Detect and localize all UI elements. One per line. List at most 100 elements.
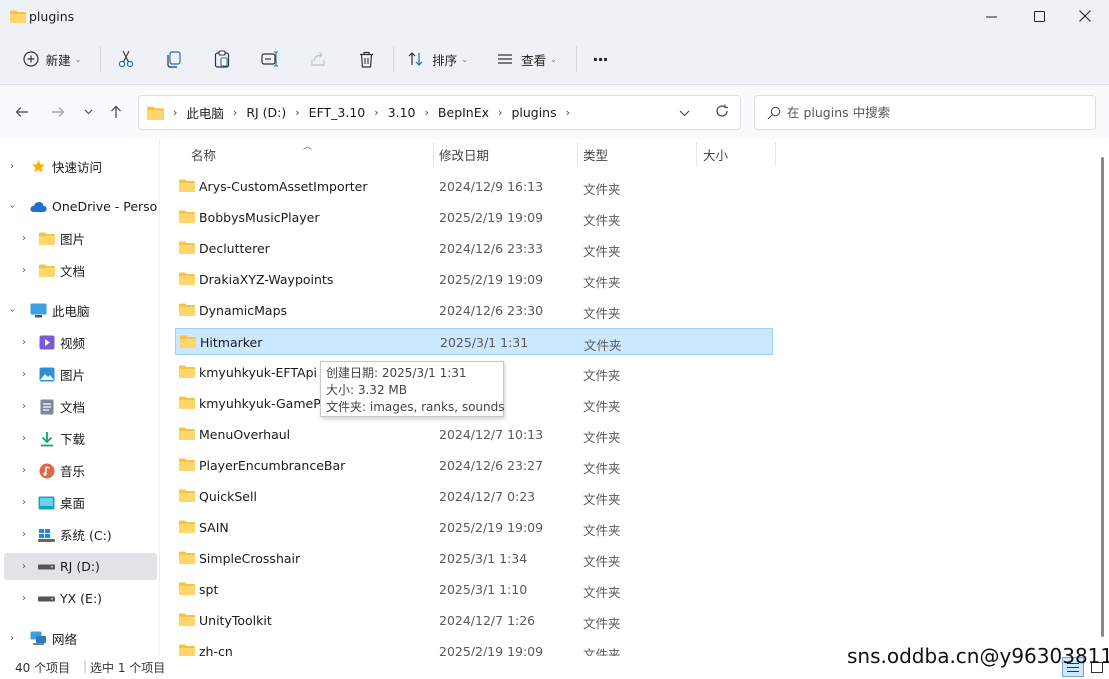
vertical-scrollbar[interactable]	[1097, 139, 1109, 656]
sidebar-item-videos[interactable]: › 视频	[4, 329, 157, 356]
recent-locations-button[interactable]	[76, 100, 100, 124]
breadcrumb-item[interactable]: EFT_3.10	[309, 105, 366, 120]
sidebar-item-onedrive[interactable]: › OneDrive - Personal	[4, 193, 158, 220]
chevron-right-icon[interactable]: ›	[22, 369, 26, 380]
file-type: 文件夹	[583, 523, 621, 538]
file-row[interactable]: DynamicMaps 2024/12/6 23:30 文件夹	[175, 297, 773, 324]
sidebar-item-drive-e[interactable]: › YX (E:)	[4, 585, 157, 612]
divider	[576, 46, 577, 72]
sidebar-item-onedrive-documents[interactable]: › 文档	[4, 257, 157, 284]
breadcrumb-item[interactable]: RJ (D:)	[246, 105, 286, 120]
chevron-right-icon[interactable]: ›	[22, 561, 26, 572]
sidebar-item-network[interactable]: › 网络	[4, 625, 157, 652]
chevron-down-icon[interactable]: ›	[7, 309, 18, 313]
maximize-button[interactable]	[1016, 0, 1062, 32]
chevron-right-icon[interactable]: ›	[22, 401, 26, 412]
forward-button[interactable]	[46, 100, 70, 124]
file-row[interactable]: BobbysMusicPlayer 2025/2/19 19:09 文件夹	[175, 204, 773, 231]
column-header-size[interactable]: 大小	[703, 139, 728, 169]
address-row: › 此电脑 › RJ (D:) › EFT_3.10 › 3.10 › BepI…	[0, 86, 1109, 139]
sidebar-item-this-pc[interactable]: › 此电脑	[4, 297, 157, 324]
folder-icon	[38, 230, 55, 247]
chevron-right-icon[interactable]: ›	[22, 593, 26, 604]
folder-icon	[38, 262, 55, 279]
chevron-right-icon[interactable]: ›	[22, 465, 26, 476]
file-row[interactable]: Hitmarker 2025/3/1 1:31 文件夹	[175, 328, 773, 355]
chevron-right-icon[interactable]: ›	[22, 497, 26, 508]
back-button[interactable]	[10, 100, 34, 124]
sidebar-item-pictures[interactable]: › 图片	[4, 361, 157, 388]
address-history-button[interactable]	[679, 106, 690, 120]
folder-icon	[179, 582, 195, 595]
copy-button[interactable]	[160, 44, 188, 74]
rename-button[interactable]	[256, 44, 284, 74]
sidebar-item-label: 文档	[60, 400, 86, 415]
more-options-button[interactable]: ···	[586, 44, 614, 74]
arrow-up-icon	[111, 105, 121, 118]
chevron-right-icon[interactable]: ›	[22, 529, 26, 540]
address-bar[interactable]: › 此电脑 › RJ (D:) › EFT_3.10 › 3.10 › BepI…	[138, 95, 741, 130]
minimize-button[interactable]	[968, 0, 1014, 32]
column-header-type[interactable]: 类型	[583, 139, 608, 169]
file-row[interactable]: UnityToolkit 2024/12/7 1:26 文件夹	[175, 607, 773, 634]
file-date: 2025/3/1 1:10	[439, 582, 528, 597]
up-button[interactable]	[104, 100, 128, 124]
column-divider[interactable]	[775, 142, 776, 166]
divider	[393, 46, 394, 72]
file-row[interactable]: DrakiaXYZ-Waypoints 2025/2/19 19:09 文件夹	[175, 266, 773, 293]
chevron-right-icon[interactable]: ›	[22, 265, 26, 276]
sidebar-item-label: 网络	[52, 632, 78, 647]
chevron-right-icon[interactable]: ›	[22, 433, 26, 444]
file-row[interactable]: SimpleCrosshair 2025/3/1 1:34 文件夹	[175, 545, 773, 572]
sidebar-item-drive-c[interactable]: › 系统 (C:)	[4, 521, 157, 548]
file-name: kmyuhkyuk-GamePar	[199, 396, 333, 411]
arrow-right-icon	[52, 107, 65, 117]
delete-button[interactable]	[352, 44, 380, 74]
breadcrumb-item[interactable]: 3.10	[388, 105, 416, 120]
chevron-right-icon[interactable]: ›	[10, 633, 14, 644]
breadcrumb: › 此电脑 › RJ (D:) › EFT_3.10 › 3.10 › BepI…	[147, 96, 579, 129]
drive-icon	[38, 590, 55, 607]
share-button[interactable]	[304, 44, 332, 74]
new-label: 新建	[45, 52, 71, 68]
breadcrumb-item[interactable]: 此电脑	[186, 103, 224, 122]
sidebar-item-quick-access[interactable]: › 快速访问	[4, 153, 157, 180]
search-input[interactable]	[787, 105, 1077, 120]
video-icon	[38, 334, 55, 351]
paste-button[interactable]	[208, 44, 236, 74]
file-row[interactable]: MenuOverhaul 2024/12/7 10:13 文件夹	[175, 421, 773, 448]
column-divider[interactable]	[433, 142, 434, 166]
sidebar-item-documents[interactable]: › 文档	[4, 393, 157, 420]
scrollbar-thumb[interactable]	[1101, 157, 1104, 637]
column-divider[interactable]	[696, 142, 697, 166]
sort-button[interactable]: 排序 ⌄	[404, 44, 472, 74]
new-button[interactable]: 新建 ⌄	[14, 44, 90, 74]
sidebar-item-music[interactable]: › 音乐	[4, 457, 157, 484]
file-row[interactable]: SAIN 2025/2/19 19:09 文件夹	[175, 514, 773, 541]
file-row[interactable]: Arys-CustomAssetImporter 2024/12/9 16:13 文…	[175, 173, 773, 200]
chevron-down-icon[interactable]: ›	[7, 205, 18, 209]
chevron-down-icon	[679, 110, 690, 117]
file-row[interactable]: Declutterer 2024/12/6 23:33 文件夹	[175, 235, 773, 262]
file-row[interactable]: QuickSell 2024/12/7 0:23 文件夹	[175, 483, 773, 510]
file-row[interactable]: zh-cn 2025/2/19 19:09 文件夹	[175, 638, 773, 656]
breadcrumb-item[interactable]: BepInEx	[438, 105, 489, 120]
close-button[interactable]	[1062, 0, 1108, 32]
chevron-right-icon[interactable]: ›	[22, 233, 26, 244]
chevron-right-icon[interactable]: ›	[10, 161, 14, 172]
cut-button[interactable]	[112, 44, 140, 74]
file-row[interactable]: spt 2025/3/1 1:10 文件夹	[175, 576, 773, 603]
sidebar-item-drive-d[interactable]: › RJ (D:)	[4, 553, 157, 580]
sidebar-item-label: 图片	[60, 368, 86, 383]
sidebar-item-downloads[interactable]: › 下载	[4, 425, 157, 452]
chevron-right-icon[interactable]: ›	[22, 337, 26, 348]
column-divider[interactable]	[577, 142, 578, 166]
column-header-date[interactable]: 修改日期	[439, 139, 489, 169]
column-header-name[interactable]: 名称	[191, 139, 216, 169]
sidebar-item-onedrive-pictures[interactable]: › 图片	[4, 225, 157, 252]
breadcrumb-item[interactable]: plugins	[511, 105, 556, 120]
view-button[interactable]: 查看 ⌄	[492, 44, 562, 74]
refresh-button[interactable]	[715, 104, 729, 121]
file-row[interactable]: PlayerEncumbranceBar 2024/12/6 23:27 文件夹	[175, 452, 773, 479]
sidebar-item-desktop[interactable]: › 桌面	[4, 489, 157, 516]
